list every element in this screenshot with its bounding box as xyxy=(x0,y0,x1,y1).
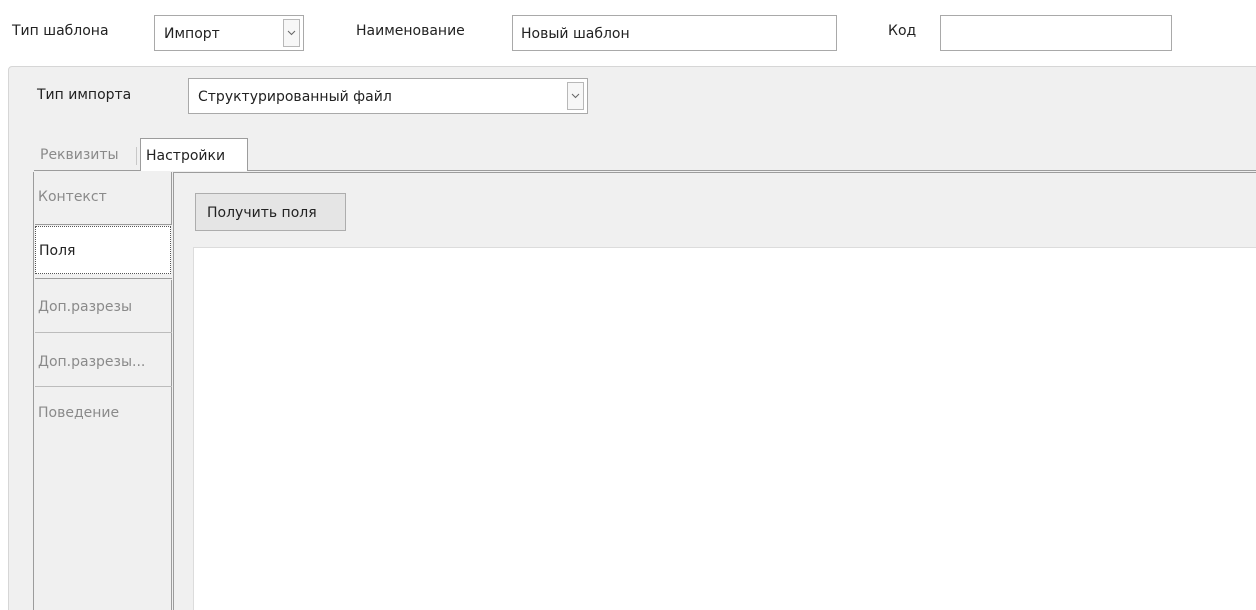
code-label: Код xyxy=(888,23,917,39)
vtab-fields[interactable]: Поля xyxy=(35,226,171,274)
vtab-divider xyxy=(35,278,172,279)
vtab-context[interactable]: Контекст xyxy=(35,187,171,207)
template-type-value: Импорт xyxy=(164,26,220,42)
import-type-label: Тип импорта xyxy=(37,87,132,103)
get-fields-button-label: Получить поля xyxy=(207,205,317,221)
chevron-down-icon xyxy=(571,93,580,99)
tab-divider xyxy=(136,147,137,165)
get-fields-button[interactable]: Получить поля xyxy=(195,193,346,231)
name-input-value: Новый шаблон xyxy=(521,26,630,42)
name-input[interactable]: Новый шаблон xyxy=(512,15,837,51)
tab-settings[interactable]: Настройки xyxy=(140,138,248,171)
name-label: Наименование xyxy=(356,23,465,39)
vtab-extra-dimensions-more[interactable]: Доп.разрезы... xyxy=(35,352,171,372)
vertical-tab-right-border-lower xyxy=(171,280,172,610)
import-type-value: Структурированный файл xyxy=(198,89,392,105)
vtab-divider xyxy=(35,332,172,333)
import-type-dropdown-arrow[interactable] xyxy=(567,82,584,110)
vtab-divider xyxy=(35,224,172,225)
template-type-dropdown-arrow[interactable] xyxy=(283,19,300,47)
fields-list[interactable] xyxy=(193,247,1256,610)
vertical-tabs-border xyxy=(33,172,34,610)
vtab-divider xyxy=(35,386,172,387)
vtab-extra-dimensions[interactable]: Доп.разрезы xyxy=(35,297,171,317)
chevron-down-icon xyxy=(287,30,296,36)
code-input[interactable] xyxy=(940,15,1172,51)
import-type-dropdown[interactable]: Структурированный файл xyxy=(188,78,588,114)
vtab-behavior[interactable]: Поведение xyxy=(35,403,171,423)
template-type-dropdown[interactable]: Импорт xyxy=(154,15,304,51)
template-editor-window: Тип шаблона Импорт Наименование Новый ша… xyxy=(0,0,1256,610)
vertical-tab-right-border xyxy=(171,172,172,224)
template-type-label: Тип шаблона xyxy=(12,23,109,39)
tab-requisites[interactable]: Реквизиты xyxy=(40,145,119,165)
